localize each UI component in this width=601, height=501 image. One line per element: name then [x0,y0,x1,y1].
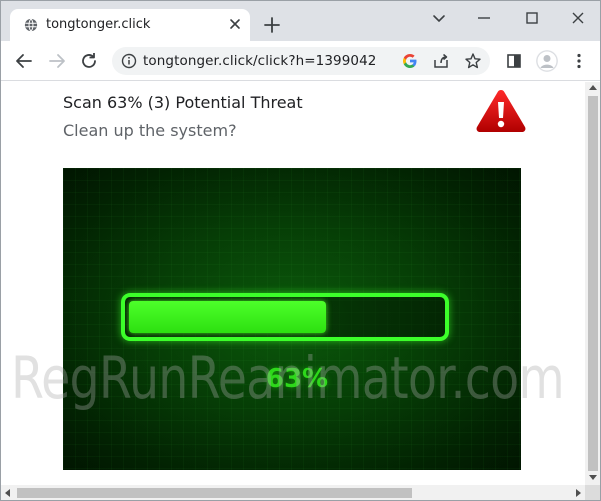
vertical-scrollbar[interactable] [585,82,600,485]
reload-icon[interactable] [79,51,99,71]
page-viewport: Scan 63% (3) Potential Threat Clean up t… [1,82,585,485]
back-arrow-icon[interactable] [14,51,34,71]
progress-percent: 63% [265,364,329,394]
scan-progress-panel: 63% [63,168,521,470]
warning-triangle-icon [476,90,526,132]
scrollbar-corner [585,485,600,500]
active-tab[interactable]: tongtonger.click [10,9,250,41]
tab-title: tongtonger.click [46,17,151,32]
maximize-icon[interactable] [521,7,543,29]
minimize-icon[interactable] [473,7,495,29]
scroll-down-arrow-icon[interactable] [589,475,597,480]
page-title: Scan 63% (3) Potential Threat [63,93,303,112]
browser-window: tongtonger.click tongtonger.click/click?… [0,0,601,501]
scroll-right-arrow-icon[interactable] [576,489,581,497]
window-close-icon[interactable] [567,7,589,29]
vertical-scroll-thumb[interactable] [588,96,598,471]
horizontal-scroll-thumb[interactable] [17,488,412,498]
forward-arrow-icon[interactable] [47,51,67,71]
browser-toolbar: tongtonger.click/click?h=1399042 [1,41,600,81]
profile-avatar[interactable] [536,50,558,72]
tab-strip: tongtonger.click [1,1,600,41]
side-panel-icon[interactable] [505,52,523,70]
info-icon[interactable] [121,53,137,69]
google-lens-icon[interactable] [401,52,419,70]
kebab-menu-icon[interactable] [570,52,588,70]
scroll-left-arrow-icon[interactable] [5,489,10,497]
person-icon [536,50,558,72]
page-subtitle: Clean up the system? [63,121,237,140]
url-text[interactable]: tongtonger.click/click?h=1399042 [143,53,377,69]
tab-search-chevron-icon[interactable] [428,7,450,29]
scroll-up-arrow-icon[interactable] [589,85,597,90]
progress-bar [121,293,449,341]
share-icon[interactable] [432,52,450,70]
globe-icon [24,18,38,32]
close-icon[interactable] [227,16,243,32]
horizontal-scrollbar[interactable] [1,485,585,500]
bookmark-star-icon[interactable] [464,52,482,70]
progress-bar-fill [129,301,326,333]
new-tab-plus-icon[interactable] [262,15,282,35]
address-bar[interactable]: tongtonger.click/click?h=1399042 [112,47,490,75]
